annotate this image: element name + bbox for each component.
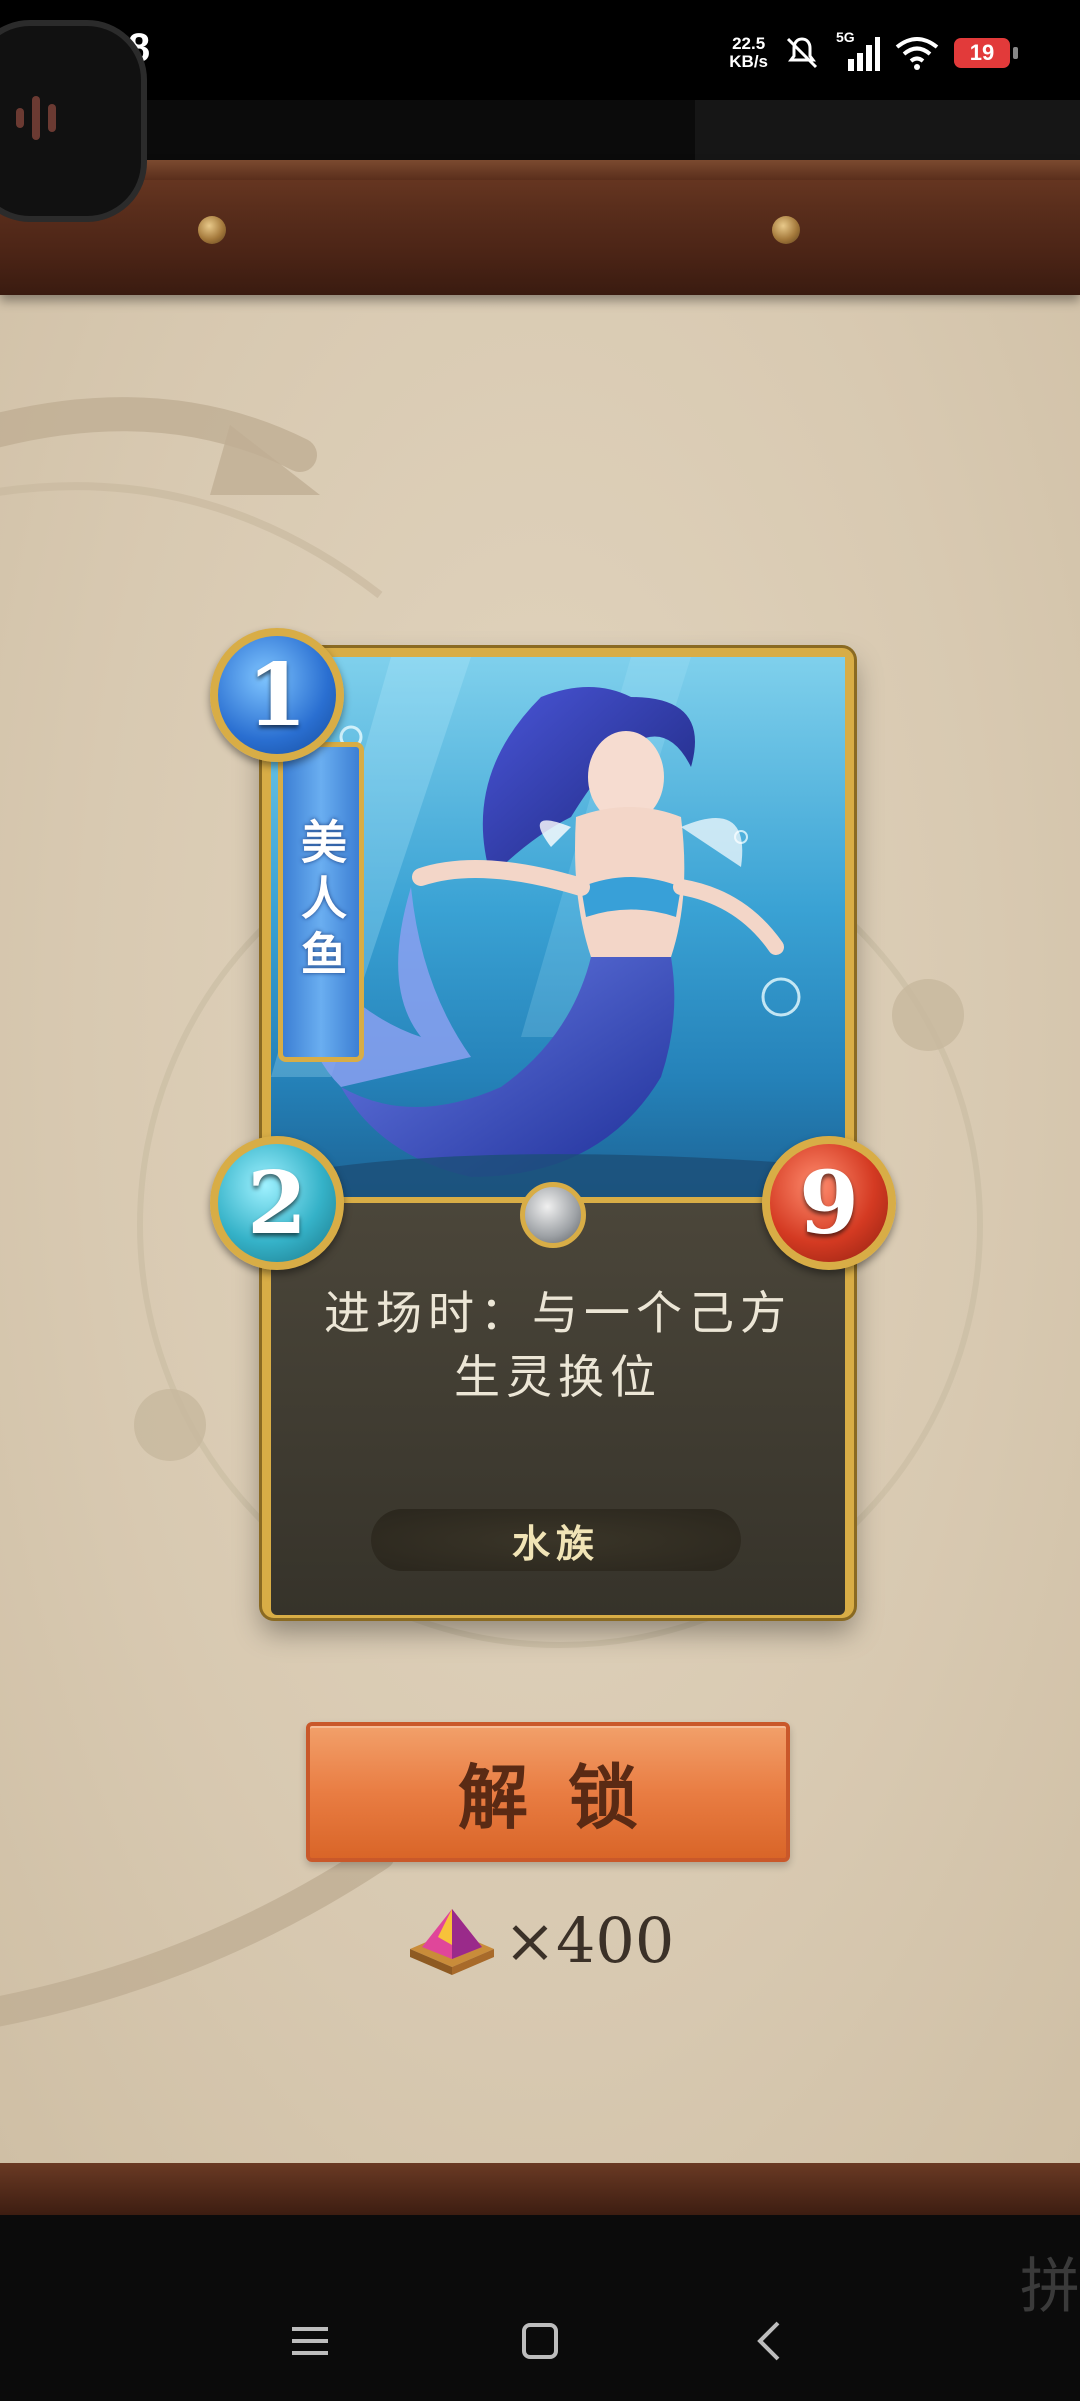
screen-recording-bubble[interactable] bbox=[0, 20, 147, 222]
cost-amount: ×400 bbox=[504, 1903, 675, 1977]
back-icon[interactable] bbox=[740, 2311, 800, 2371]
system-navigation-bar bbox=[0, 2215, 1080, 2401]
attack-gem: 2 bbox=[210, 1136, 344, 1270]
net-speed: 22.5 KB/s bbox=[729, 34, 768, 71]
rarity-gem-icon bbox=[520, 1182, 586, 1248]
rivet bbox=[198, 216, 226, 244]
card-name-banner: 美人鱼 bbox=[278, 742, 364, 1062]
signal-icon: 5G bbox=[836, 29, 880, 73]
top-strip bbox=[695, 100, 1080, 160]
home-icon[interactable] bbox=[510, 2311, 570, 2371]
card-race-label: 水族 bbox=[371, 1509, 741, 1571]
card-name: 美人鱼 bbox=[294, 818, 348, 986]
battery-icon: 19 bbox=[954, 38, 1018, 68]
card-ability-text: 进场时：与一个己方生灵换位 bbox=[324, 1286, 792, 1404]
health-gem: 9 bbox=[762, 1136, 896, 1270]
mana-cost-gem: 1 bbox=[210, 628, 344, 762]
menu-icon[interactable] bbox=[280, 2311, 340, 2371]
card-description-panel: 进场时：与一个己方生灵换位 水族 bbox=[271, 1197, 845, 1615]
rivet bbox=[772, 216, 800, 244]
wifi-icon bbox=[895, 37, 939, 70]
status-bar: 6:48 22.5 KB/s 5G 19 bbox=[0, 0, 1080, 100]
audio-bars-icon bbox=[16, 96, 56, 140]
wood-frame-top bbox=[0, 160, 1080, 295]
wood-frame-bottom bbox=[0, 2163, 1080, 2215]
unlock-button[interactable]: 解锁 bbox=[306, 1722, 790, 1862]
status-icons: 22.5 KB/s 5G 19 bbox=[729, 28, 1018, 78]
corner-text: 拼 bbox=[1020, 2252, 1080, 2322]
unlock-cost: ×400 bbox=[404, 1900, 674, 1980]
crystal-icon bbox=[410, 1909, 494, 1975]
mute-icon bbox=[786, 37, 818, 69]
